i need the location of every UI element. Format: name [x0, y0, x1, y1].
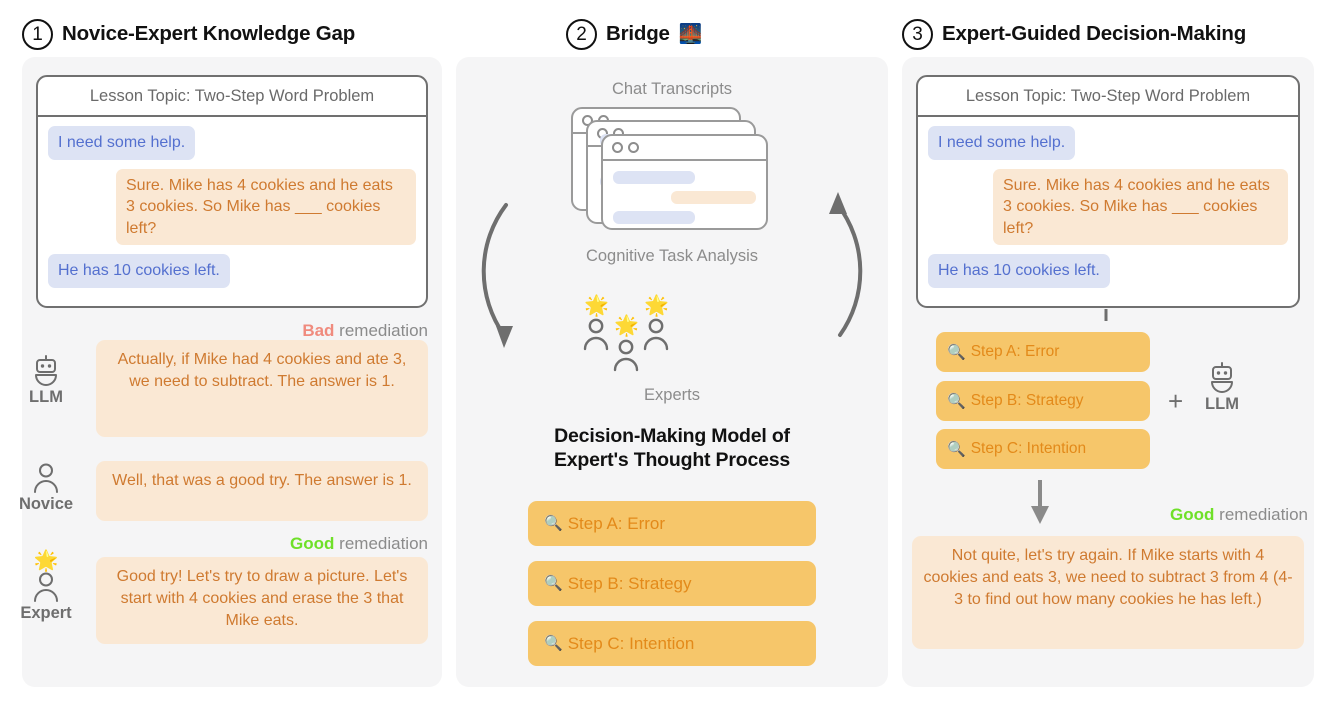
chat-window-3: Lesson Topic: Two-Step Word Problem I ne…: [916, 75, 1300, 308]
star-icon: 🌟: [614, 315, 639, 337]
robot-icon: [35, 355, 57, 386]
chat-row: He has 10 cookies left.: [928, 254, 1288, 297]
decision-model-title: Decision-Making Model of Expert's Though…: [466, 424, 878, 473]
chat-row: I need some help.: [48, 126, 416, 169]
chat-window-title-3: Lesson Topic: Two-Step Word Problem: [918, 77, 1298, 117]
transcript-line-ai: [671, 191, 756, 204]
step-chip-c[interactable]: 🔍 Step C: Intention: [528, 621, 816, 666]
transcript-titlebar: [603, 136, 766, 161]
star-icon: 🌟: [584, 295, 609, 317]
cognitive-task-analysis-caption: Cognitive Task Analysis: [585, 247, 759, 265]
chat-row: He has 10 cookies left.: [48, 254, 416, 297]
chat-window-1: Lesson Topic: Two-Step Word Problem I ne…: [36, 75, 428, 308]
bad-remediation-label: Bad remediation: [160, 321, 428, 341]
avatar-label-llm-3: LLM: [1205, 395, 1239, 413]
chat-transcripts-caption: Chat Transcripts: [611, 80, 733, 98]
good-remediation-strong-3: Good: [1170, 505, 1215, 524]
step-number-badge-2: 2: [566, 18, 597, 50]
good-remediation-rest-3: remediation: [1214, 505, 1308, 524]
magnifier-icon: 🔍: [947, 440, 966, 458]
magnifier-icon: 🔍: [947, 392, 966, 410]
connector-tick: [1104, 309, 1108, 321]
panel3-step-chip-a[interactable]: 🔍 Step A: Error: [936, 332, 1150, 372]
person-icon: [34, 463, 58, 493]
bad-remediation-strong: Bad: [302, 321, 335, 340]
decision-model-title-line1: Decision-Making Model of: [554, 425, 790, 447]
good-remediation-output: Not quite, let's try again. If Mike star…: [912, 536, 1304, 649]
remediation-bubble-novice: Well, that was a good try. The answer is…: [96, 461, 428, 521]
chat-row: I need some help.: [928, 126, 1288, 169]
chat-bubble-user: I need some help.: [48, 126, 196, 160]
person-icon: [34, 572, 58, 602]
remediation-bubble-llm: Actually, if Mike had 4 cookies and ate …: [96, 340, 428, 437]
avatar-label-expert: Expert: [20, 604, 72, 622]
chat-window-body-3: I need some help. Sure. Mike has 4 cooki…: [918, 117, 1298, 306]
magnifier-icon: 🔍: [544, 515, 563, 532]
column-header-1: 1 Novice-Expert Knowledge Gap: [22, 14, 355, 54]
column-header-2: 2 Bridge 🌉: [566, 14, 702, 54]
star-icon: 🌟: [644, 295, 669, 317]
chat-bubble-ai: Sure. Mike has 4 cookies and he eats 3 c…: [993, 168, 1288, 246]
transcript-line-user: [613, 171, 695, 184]
chat-bubble-user: I need some help.: [928, 126, 1076, 160]
good-remediation-strong: Good: [290, 534, 335, 553]
magnifier-icon: 🔍: [544, 635, 563, 652]
column-title-1: Novice-Expert Knowledge Gap: [62, 22, 356, 45]
column-title-2: Bridge: [606, 22, 670, 45]
good-remediation-label-1: Good remediation: [160, 534, 428, 554]
decision-model-title-line2: Expert's Thought Process: [553, 449, 791, 472]
person-icon: [643, 318, 669, 351]
avatar-novice: Novice: [14, 462, 78, 514]
step-chip-b-label: Step B: Strategy: [567, 573, 692, 593]
avatar-llm: LLM: [14, 355, 78, 407]
step-chip-a-label: Step A: Error: [567, 513, 666, 533]
window-dot-icon: [612, 142, 623, 153]
step-number-badge-1: 1: [22, 18, 53, 50]
transcript-card-front: [601, 134, 768, 230]
magnifier-icon: 🔍: [544, 575, 563, 592]
step-chip-a[interactable]: 🔍 Step A: Error: [528, 501, 816, 546]
chat-row: Sure. Mike has 4 cookies and he eats 3 c…: [48, 168, 416, 255]
step-chip-c-label: Step C: Intention: [567, 633, 695, 653]
step-chip-b[interactable]: 🔍 Step B: Strategy: [528, 561, 816, 606]
panel3-step-chip-b-label: Step B: Strategy: [970, 392, 1084, 409]
column-title-3: Expert-Guided Decision-Making: [942, 22, 1247, 45]
panel3-step-chip-c[interactable]: 🔍 Step C: Intention: [936, 429, 1150, 469]
avatar-label-llm: LLM: [29, 388, 63, 406]
good-remediation-label-3: Good remediation: [1060, 505, 1308, 525]
panel3-step-chip-b[interactable]: 🔍 Step B: Strategy: [936, 381, 1150, 421]
avatar-llm-3: LLM: [1190, 362, 1254, 414]
person-icon: [583, 318, 609, 351]
avatar-label-novice: Novice: [18, 495, 74, 513]
step-number-badge-3: 3: [902, 18, 933, 50]
star-icon: 🌟: [33, 550, 59, 572]
chat-bubble-user: He has 10 cookies left.: [928, 254, 1110, 288]
bad-remediation-rest: remediation: [334, 321, 428, 340]
figure-canvas: 1 Novice-Expert Knowledge Gap 2 Bridge 🌉…: [0, 0, 1326, 703]
chat-window-body-1: I need some help. Sure. Mike has 4 cooki…: [38, 117, 426, 306]
experts-caption: Experts: [644, 386, 700, 404]
avatar-expert: 🌟 Expert: [14, 550, 78, 623]
chat-bubble-user: He has 10 cookies left.: [48, 254, 230, 288]
chat-row: Sure. Mike has 4 cookies and he eats 3 c…: [928, 168, 1288, 255]
window-dot-icon: [628, 142, 639, 153]
plus-sign: +: [1168, 386, 1184, 416]
person-icon: [613, 339, 639, 372]
down-arrow-icon: [1031, 480, 1049, 524]
robot-icon: [1211, 362, 1233, 393]
good-remediation-rest: remediation: [334, 534, 428, 553]
transcript-line-user: [613, 211, 695, 224]
remediation-bubble-expert: Good try! Let's try to draw a picture. L…: [96, 557, 428, 644]
panel3-step-chip-c-label: Step C: Intention: [970, 440, 1087, 457]
panel3-step-chip-a-label: Step A: Error: [970, 343, 1060, 360]
magnifier-icon: 🔍: [947, 343, 966, 361]
chat-window-title-1: Lesson Topic: Two-Step Word Problem: [38, 77, 426, 117]
chat-bubble-ai: Sure. Mike has 4 cookies and he eats 3 c…: [116, 168, 416, 246]
column-header-3: 3 Expert-Guided Decision-Making: [902, 14, 1246, 54]
bridge-emoji-icon: 🌉: [678, 23, 703, 45]
